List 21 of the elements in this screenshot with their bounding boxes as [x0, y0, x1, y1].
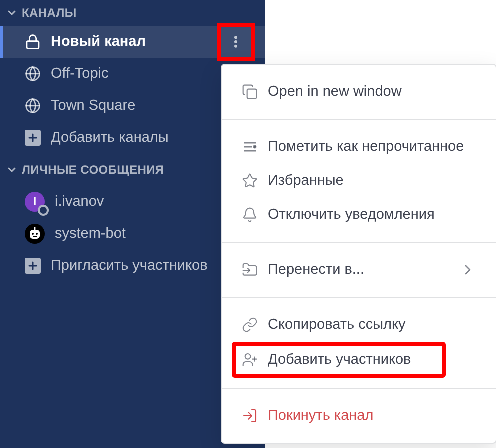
- menu-item[interactable]: Скопировать ссылку: [222, 308, 496, 342]
- section-title: ЛИЧНЫЕ СООБЩЕНИЯ: [22, 163, 164, 177]
- bot-avatar: [25, 224, 45, 244]
- user-plus-icon: [242, 352, 258, 368]
- status-icon: [38, 205, 49, 216]
- link-icon: [242, 317, 258, 333]
- bell-icon: [242, 207, 258, 223]
- globe-icon: [25, 98, 41, 114]
- folder-arrow-icon: [242, 262, 258, 278]
- add-icon: [25, 130, 41, 146]
- star-icon: [242, 173, 258, 189]
- exit-arrow-icon: [242, 408, 258, 424]
- windows-icon: [242, 84, 258, 100]
- add-icon: [25, 258, 41, 274]
- lock-icon: [25, 34, 41, 50]
- section-title: КАНАЛЫ: [22, 6, 77, 20]
- menu-item[interactable]: Покинуть канал: [222, 399, 496, 433]
- sidebar-item[interactable]: Новый канал: [0, 26, 265, 58]
- globe-icon: [25, 66, 41, 82]
- menu-item[interactable]: Добавить участников: [232, 342, 446, 378]
- more-icon: [234, 36, 238, 48]
